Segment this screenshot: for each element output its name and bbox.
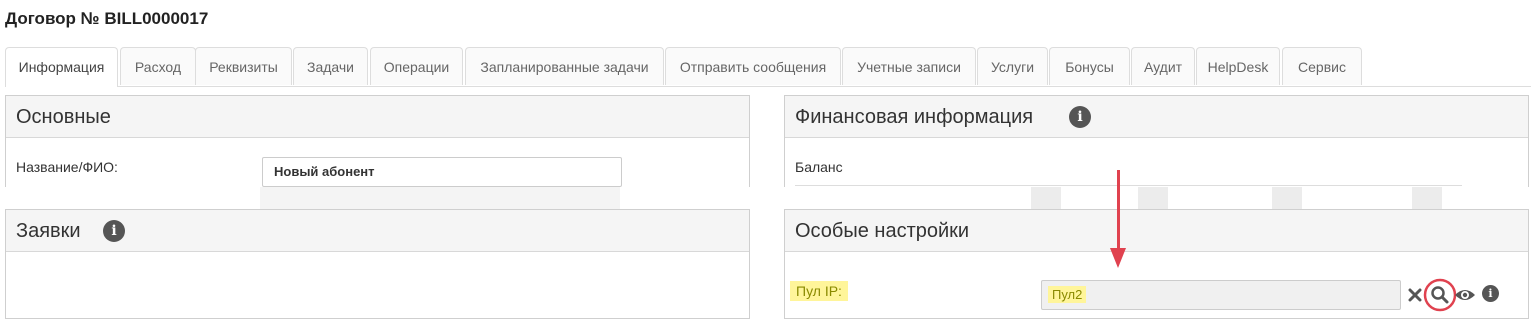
info-icon[interactable]: i — [103, 220, 125, 242]
ip-pool-value: Пул2 — [1048, 286, 1087, 303]
tab-accounts[interactable]: Учетные записи — [842, 47, 976, 85]
main-panel-header: Основные — [6, 96, 749, 138]
tab-bar: Информация Расход Реквизиты Задачи Опера… — [5, 47, 1531, 87]
name-label: Название/ФИО: — [16, 159, 118, 175]
annotation-arrow — [1117, 170, 1120, 250]
info-icon[interactable]: i — [1482, 285, 1499, 302]
blurred-value — [1272, 187, 1302, 209]
page-title: Договор № BILL0000017 — [5, 9, 209, 28]
main-panel: Основные Название/ФИО: Новый абонент — [5, 95, 750, 187]
clear-icon[interactable] — [1408, 288, 1422, 302]
tab-send-messages[interactable]: Отправить сообщения — [665, 47, 841, 85]
balance-label: Баланс — [795, 159, 843, 175]
tab-information[interactable]: Информация — [5, 47, 118, 87]
tab-service[interactable]: Сервис — [1282, 47, 1362, 85]
ip-pool-label: Пул IP: — [790, 281, 848, 301]
special-settings-panel-header: Особые настройки — [785, 210, 1528, 252]
tab-tasks[interactable]: Задачи — [293, 47, 368, 85]
main-panel-title: Основные — [16, 106, 111, 128]
search-icon[interactable] — [1422, 277, 1458, 313]
requests-panel-title: Заявки — [16, 220, 81, 242]
tab-services[interactable]: Услуги — [977, 47, 1048, 85]
blurred-value — [1031, 187, 1061, 209]
finance-panel-header: Финансовая информация i — [785, 96, 1528, 138]
requests-panel: Заявки i — [5, 209, 750, 319]
tab-scheduled-tasks[interactable]: Запланированные задачи — [465, 47, 664, 85]
divider — [795, 185, 1462, 186]
name-field[interactable]: Новый абонент — [262, 157, 622, 187]
tab-operations[interactable]: Операции — [370, 47, 463, 85]
tab-expense[interactable]: Расход — [120, 47, 196, 85]
annotation-arrow-head — [1110, 248, 1126, 268]
view-icon[interactable] — [1454, 287, 1476, 303]
requests-panel-header: Заявки i — [6, 210, 749, 252]
blurred-row — [260, 187, 620, 209]
blurred-value — [1138, 187, 1168, 209]
ip-pool-field[interactable]: Пул2 — [1041, 280, 1401, 310]
special-settings-panel: Особые настройки Пул IP: Пул2 i — [784, 209, 1529, 319]
special-settings-panel-title: Особые настройки — [795, 220, 970, 242]
blurred-value — [1412, 187, 1442, 209]
tab-requisites[interactable]: Реквизиты — [195, 47, 292, 85]
info-icon[interactable]: i — [1069, 106, 1091, 128]
tab-audit[interactable]: Аудит — [1131, 47, 1195, 85]
finance-panel-title: Финансовая информация — [795, 106, 1034, 128]
tab-helpdesk[interactable]: HelpDesk — [1196, 47, 1280, 85]
finance-panel: Финансовая информация i Баланс — [784, 95, 1529, 187]
tab-bonuses[interactable]: Бонусы — [1049, 47, 1130, 85]
